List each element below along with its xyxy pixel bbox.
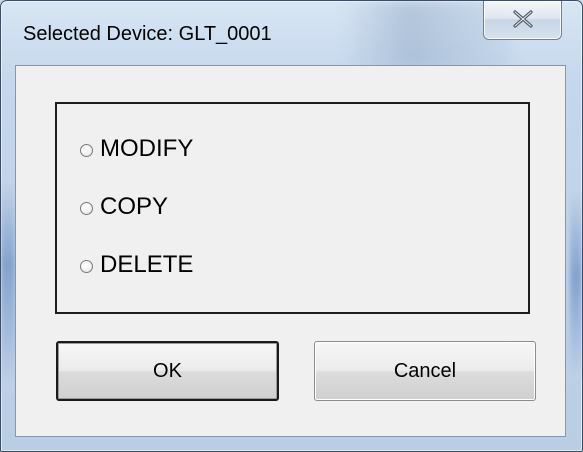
action-options-group: MODIFY COPY DELETE: [55, 102, 530, 314]
radio-label-modify: MODIFY: [100, 135, 194, 162]
radio-label-delete: DELETE: [100, 251, 194, 278]
cancel-button[interactable]: Cancel: [314, 341, 536, 401]
ok-button[interactable]: OK: [56, 341, 279, 401]
radio-option-copy[interactable]: COPY: [80, 192, 168, 222]
dialog-window: Selected Device: GLT_0001 MODIFY COPY DE…: [0, 0, 583, 452]
close-button[interactable]: [483, 1, 562, 40]
title-bar[interactable]: Selected Device: GLT_0001: [1, 1, 582, 59]
background-blur-left: [1, 181, 15, 391]
background-blur-right: [570, 191, 582, 381]
dialog-client-area: MODIFY COPY DELETE OK Cancel: [15, 65, 566, 437]
window-title: Selected Device: GLT_0001: [23, 23, 272, 45]
radio-button-icon[interactable]: [80, 201, 93, 215]
radio-button-icon[interactable]: [80, 259, 93, 273]
close-x-icon: [513, 10, 533, 28]
radio-option-delete[interactable]: DELETE: [80, 250, 193, 280]
radio-button-icon[interactable]: [80, 143, 93, 157]
radio-option-modify[interactable]: MODIFY: [80, 134, 193, 164]
radio-label-copy: COPY: [100, 193, 169, 220]
